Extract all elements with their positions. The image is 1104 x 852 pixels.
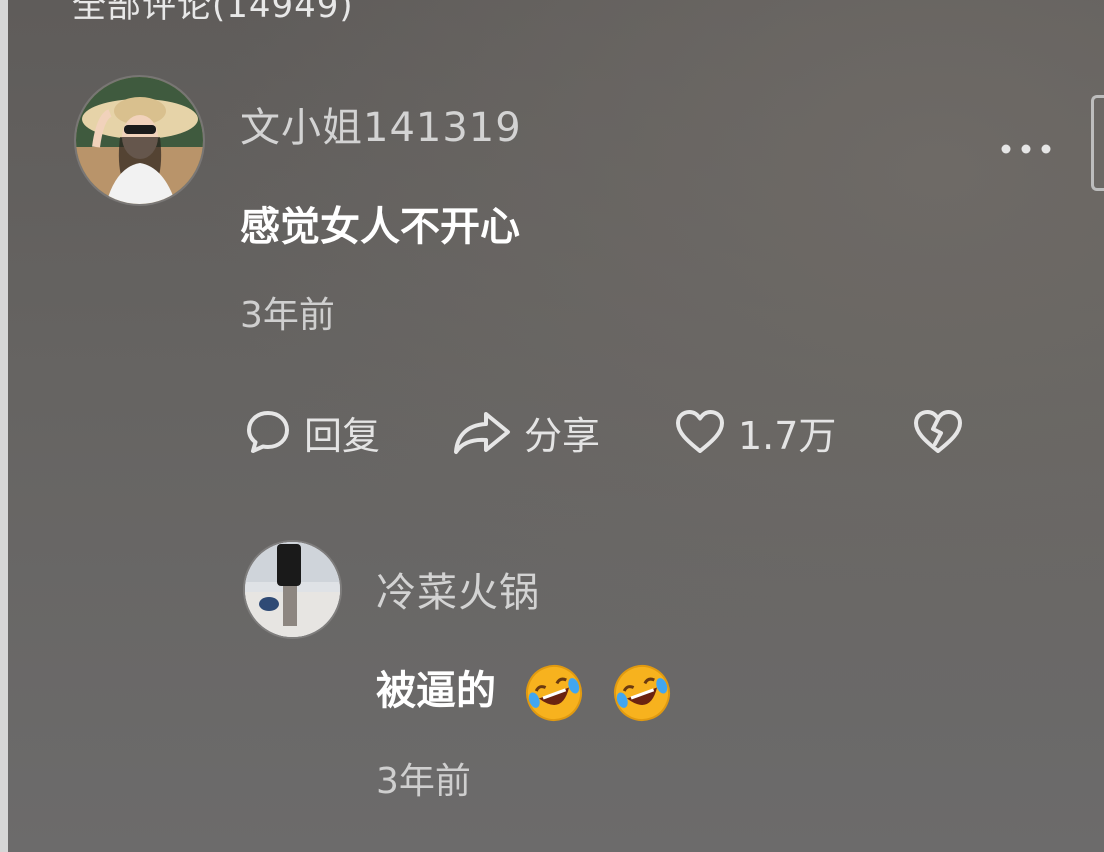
rofl-emoji-icon (613, 665, 670, 721)
broken-heart-icon (914, 410, 962, 453)
share-label: 分享 (524, 413, 601, 458)
share-arrow-icon (454, 412, 510, 454)
rofl-emoji-icon (525, 665, 582, 721)
reply-time: 3年前 (376, 761, 471, 802)
comment-text: 感觉女人不开心 (240, 204, 520, 250)
like-count: 1.7万 (738, 413, 837, 458)
comment-username[interactable]: 文小姐141319 (240, 95, 522, 153)
avatar[interactable] (76, 77, 203, 204)
speech-bubble-icon (247, 411, 289, 453)
reply-avatar[interactable] (245, 542, 340, 637)
dislike-button[interactable] (912, 404, 964, 460)
side-handle[interactable] (1091, 95, 1104, 191)
more-icon[interactable] (1000, 120, 1052, 166)
reply-button[interactable]: 回复 (244, 404, 380, 460)
avatar-image (76, 77, 203, 204)
reply-label: 回复 (304, 413, 381, 458)
reply-text: 被逼的 (376, 668, 496, 714)
comments-header: 全部评论(14949) (72, 0, 354, 26)
share-button[interactable]: 分享 (452, 404, 600, 460)
reply-avatar-image (245, 542, 340, 637)
left-edge (0, 0, 8, 852)
reply-text-line: 被逼的 (376, 658, 672, 723)
reply-username[interactable]: 冷菜火锅 (376, 560, 540, 618)
comment-time: 3年前 (240, 295, 335, 336)
like-button[interactable]: 1.7万 (674, 404, 836, 460)
heart-icon (676, 410, 724, 453)
